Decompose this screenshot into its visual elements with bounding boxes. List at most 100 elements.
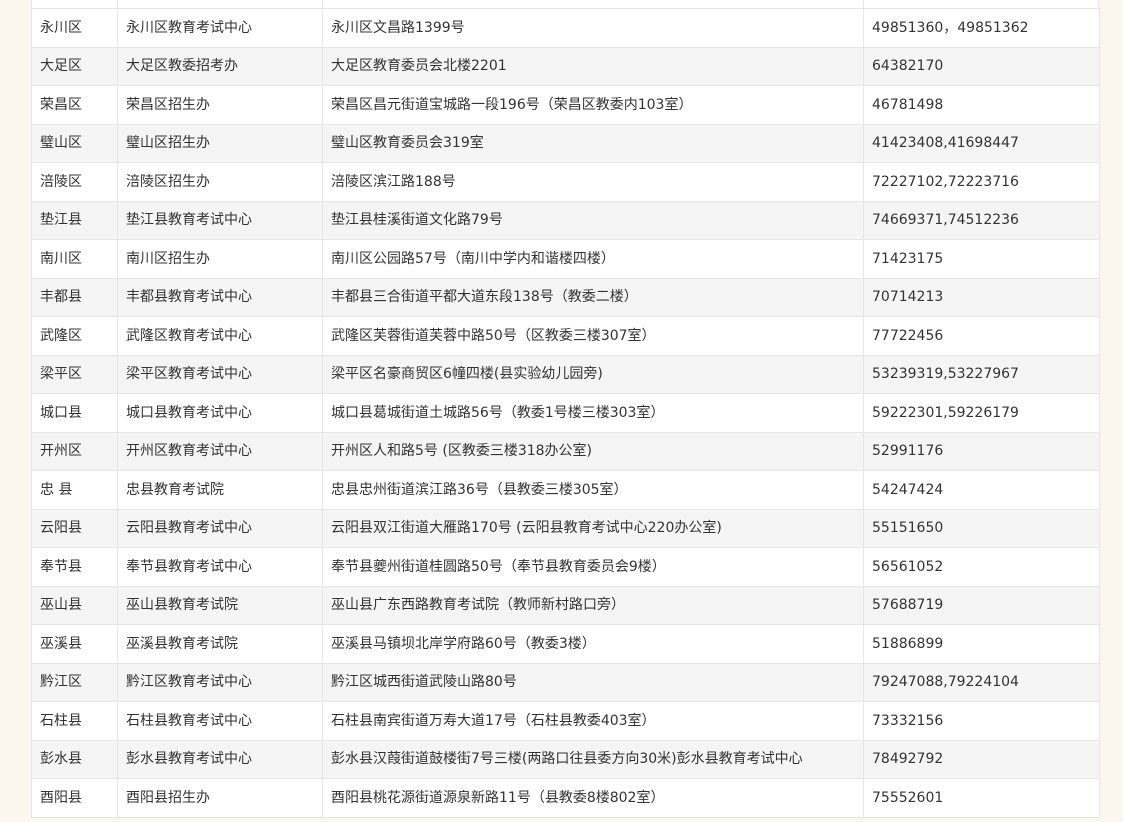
page: 永川区 永川区教育考试中心 永川区文昌路1399号 49851360，49851362… (0, 0, 1123, 822)
address-cell: 巫山县广东西路教育考试院（教师新村路口旁） (322, 585, 864, 625)
table-row: 武隆区 武隆区教育考试中心 武隆区芙蓉街道芙蓉中路50号（区教委三楼307室） 777… (31, 316, 1100, 356)
table-row: 大足区 大足区教委招考办 大足区教育委员会北楼2201 64382170 (31, 46, 1100, 86)
address-cell: 大足区教育委员会北楼2201 (322, 46, 864, 86)
office-name-cell: 大足区教委招考办 (117, 46, 323, 86)
table-row: 巫山县 巫山县教育考试院 巫山县广东西路教育考试院（教师新村路口旁） 57688719 (31, 585, 1100, 625)
table-row: 荣昌区 荣昌区招生办 荣昌区昌元街道宝城路一段196号（荣昌区教委内103室） 467… (31, 85, 1100, 125)
office-name-cell: 彭水县教育考试中心 (117, 739, 323, 779)
phone-cell: 55151650 (863, 508, 1100, 548)
phone-cell: 51886899 (863, 624, 1100, 664)
district-cell: 巫溪县 (31, 624, 118, 664)
district-cell: 开州区 (31, 431, 118, 471)
phone-cell: 73332156 (863, 701, 1100, 741)
district-cell: 巫山县 (31, 585, 118, 625)
address-cell: 酉阳县桃花源街道源泉新路11号（县教委8楼802室） (322, 778, 864, 818)
district-cell: 黔江区 (31, 662, 118, 702)
address-cell: 黔江区城西街道武陵山路80号 (322, 662, 864, 702)
district-cell: 南川区 (31, 239, 118, 279)
office-name-cell: 城口县教育考试中心 (117, 393, 323, 433)
phone-cell: 64382170 (863, 46, 1100, 86)
address-cell: 璧山区教育委员会319室 (322, 123, 864, 163)
address-cell: 梁平区名豪商贸区6幢四楼(县实验幼儿园旁) (322, 354, 864, 394)
phone-cell: 78492792 (863, 739, 1100, 779)
office-name-cell: 垫江县教育考试中心 (117, 200, 323, 240)
office-name-cell: 奉节县教育考试中心 (117, 547, 323, 587)
table-row: 彭水县 彭水县教育考试中心 彭水县汉葭街道鼓楼街7号三楼(两路口往县委方向30米)彭… (31, 739, 1100, 779)
office-name-cell: 巫溪县教育考试院 (117, 624, 323, 664)
office-name-cell: 巫山县教育考试院 (117, 585, 323, 625)
table-row: 南川区 南川区招生办 南川区公园路57号（南川中学内和谐楼四楼） 71423175 (31, 239, 1100, 279)
phone-cell: 57688719 (863, 585, 1100, 625)
table-row: 开州区 开州区教育考试中心 开州区人和路5号 (区教委三楼318办公室) 529911… (31, 431, 1100, 471)
district-cell: 涪陵区 (31, 162, 118, 202)
district-cell: 永川区 (31, 8, 118, 48)
phone-cell: 72227102,72223716 (863, 162, 1100, 202)
phone-cell: 74669371,74512236 (863, 200, 1100, 240)
table-row: 酉阳县 酉阳县招生办 酉阳县桃花源街道源泉新路11号（县教委8楼802室） 75552… (31, 778, 1100, 818)
office-name-cell: 南川区招生办 (117, 239, 323, 279)
district-cell: 大足区 (31, 46, 118, 86)
district-cell: 梁平区 (31, 354, 118, 394)
district-cell: 荣昌区 (31, 85, 118, 125)
table-row: 奉节县 奉节县教育考试中心 奉节县夔州街道桂圆路50号（奉节县教育委员会9楼） 565… (31, 547, 1100, 587)
phone-cell: 59222301,59226179 (863, 393, 1100, 433)
office-name-cell: 璧山区招生办 (117, 123, 323, 163)
district-cell: 璧山区 (31, 123, 118, 163)
address-cell: 荣昌区昌元街道宝城路一段196号（荣昌区教委内103室） (322, 85, 864, 125)
table-row: 石柱县 石柱县教育考试中心 石柱县南宾街道万寿大道17号（石柱县教委403室） 733… (31, 701, 1100, 741)
table-row: 巫溪县 巫溪县教育考试院 巫溪县马镇坝北岸学府路60号（教委3楼） 51886899 (31, 624, 1100, 664)
table-body: 永川区 永川区教育考试中心 永川区文昌路1399号 49851360，49851362… (31, 8, 1100, 818)
address-cell: 石柱县南宾街道万寿大道17号（石柱县教委403室） (322, 701, 864, 741)
address-cell: 垫江县桂溪街道文化路79号 (322, 200, 864, 240)
phone-cell: 75552601 (863, 778, 1100, 818)
table-row: 城口县 城口县教育考试中心 城口县葛城街道土城路56号（教委1号楼三楼303室） 59… (31, 393, 1100, 433)
phone-cell: 53239319,53227967 (863, 354, 1100, 394)
table-row: 璧山区 璧山区招生办 璧山区教育委员会319室 41423408,41698447 (31, 123, 1100, 163)
address-cell: 南川区公园路57号（南川中学内和谐楼四楼） (322, 239, 864, 279)
phone-cell: 49851360，49851362 (863, 8, 1100, 48)
phone-cell: 41423408,41698447 (863, 123, 1100, 163)
address-cell: 奉节县夔州街道桂圆路50号（奉节县教育委员会9楼） (322, 547, 864, 587)
office-name-cell: 忠县教育考试院 (117, 470, 323, 510)
table-row: 垫江县 垫江县教育考试中心 垫江县桂溪街道文化路79号 74669371,745122… (31, 200, 1100, 240)
office-name-cell: 黔江区教育考试中心 (117, 662, 323, 702)
phone-cell: 54247424 (863, 470, 1100, 510)
address-cell: 涪陵区滨江路188号 (322, 162, 864, 202)
phone-cell: 70714213 (863, 277, 1100, 317)
exam-office-table: 永川区 永川区教育考试中心 永川区文昌路1399号 49851360，49851362… (31, 8, 1100, 818)
address-cell: 忠县忠州街道滨江路36号（县教委三楼305室） (322, 470, 864, 510)
address-cell: 巫溪县马镇坝北岸学府路60号（教委3楼） (322, 624, 864, 664)
district-cell: 垫江县 (31, 200, 118, 240)
address-cell: 丰都县三合街道平都大道东段138号（教委二楼） (322, 277, 864, 317)
district-cell: 石柱县 (31, 701, 118, 741)
district-cell: 奉节县 (31, 547, 118, 587)
table-top-edge (31, 0, 1099, 8)
office-name-cell: 永川区教育考试中心 (117, 8, 323, 48)
office-name-cell: 开州区教育考试中心 (117, 431, 323, 471)
district-cell: 忠 县 (31, 470, 118, 510)
phone-cell: 46781498 (863, 85, 1100, 125)
table-row: 丰都县 丰都县教育考试中心 丰都县三合街道平都大道东段138号（教委二楼） 70714… (31, 277, 1100, 317)
table-row: 涪陵区 涪陵区招生办 涪陵区滨江路188号 72227102,72223716 (31, 162, 1100, 202)
district-cell: 城口县 (31, 393, 118, 433)
table-row: 梁平区 梁平区教育考试中心 梁平区名豪商贸区6幢四楼(县实验幼儿园旁) 5323931… (31, 354, 1100, 394)
address-cell: 城口县葛城街道土城路56号（教委1号楼三楼303室） (322, 393, 864, 433)
district-cell: 丰都县 (31, 277, 118, 317)
office-name-cell: 涪陵区招生办 (117, 162, 323, 202)
table-row: 永川区 永川区教育考试中心 永川区文昌路1399号 49851360，49851362 (31, 8, 1100, 48)
office-name-cell: 云阳县教育考试中心 (117, 508, 323, 548)
address-cell: 武隆区芙蓉街道芙蓉中路50号（区教委三楼307室） (322, 316, 864, 356)
phone-cell: 52991176 (863, 431, 1100, 471)
address-cell: 彭水县汉葭街道鼓楼街7号三楼(两路口往县委方向30米)彭水县教育考试中心 (322, 739, 864, 779)
office-name-cell: 荣昌区招生办 (117, 85, 323, 125)
address-cell: 开州区人和路5号 (区教委三楼318办公室) (322, 431, 864, 471)
table-row: 忠 县忠县教育考试院 忠县忠州街道滨江路36号（县教委三楼305室） 5424742… (31, 470, 1100, 510)
district-cell: 彭水县 (31, 739, 118, 779)
address-cell: 永川区文昌路1399号 (322, 8, 864, 48)
office-name-cell: 丰都县教育考试中心 (117, 277, 323, 317)
district-cell: 酉阳县 (31, 778, 118, 818)
district-cell: 武隆区 (31, 316, 118, 356)
phone-cell: 56561052 (863, 547, 1100, 587)
table-container: 永川区 永川区教育考试中心 永川区文昌路1399号 49851360，49851362… (31, 8, 1100, 818)
phone-cell: 79247088,79224104 (863, 662, 1100, 702)
